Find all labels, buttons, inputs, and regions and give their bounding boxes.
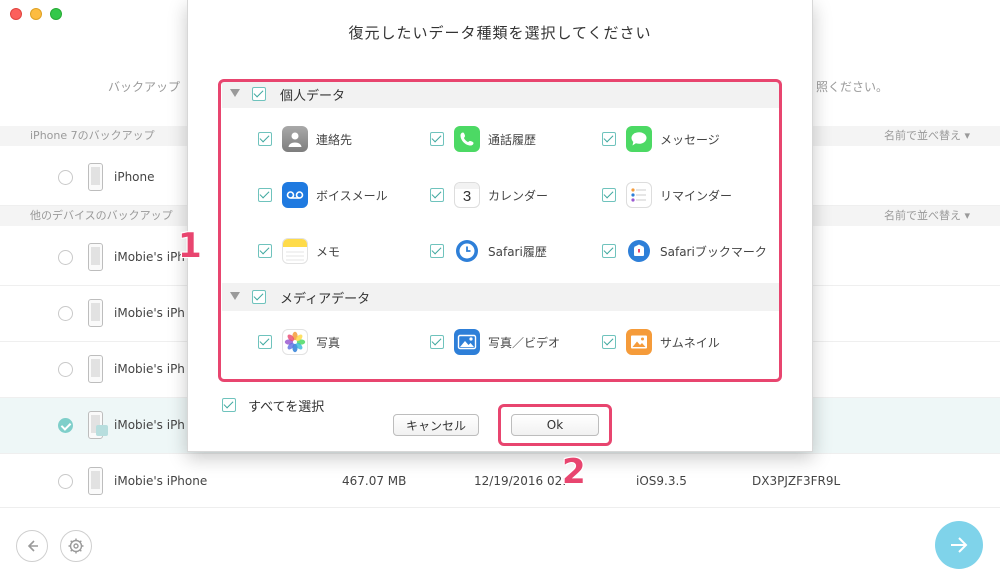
iphone-icon (88, 355, 103, 383)
sort-dropdown[interactable]: 名前で並べ替え ▾ (884, 206, 970, 226)
dialog-title: 復元したいデータ種類を選択してください (348, 24, 652, 42)
select-all-label: すべてを選択 (248, 400, 325, 415)
ios-version: iOS9.3.5 (636, 474, 687, 488)
device-name: iPhone (114, 170, 155, 184)
sort-dropdown[interactable]: 名前で並べ替え ▾ (884, 126, 970, 146)
select-all-checkbox[interactable] (222, 398, 236, 412)
next-button[interactable] (935, 521, 983, 569)
lock-icon (96, 425, 108, 436)
highlight-box-data-types (218, 79, 782, 382)
iphone-icon (88, 467, 103, 495)
device-name: iMobie's iPhone (114, 474, 208, 488)
annotation-marker-2: 2 (562, 452, 586, 492)
iphone-icon (88, 163, 103, 191)
window-controls (10, 8, 62, 20)
maximize-window-button[interactable] (50, 8, 62, 20)
close-window-button[interactable] (10, 8, 22, 20)
cancel-button[interactable]: キャンセル (393, 414, 479, 436)
backup-date: 12/19/2016 02: (474, 474, 567, 488)
group-title: 他のデバイスのバックアップ (30, 209, 173, 222)
backup-radio[interactable] (58, 362, 73, 377)
iphone-icon (88, 243, 103, 271)
device-name: iMobie's iPh (114, 362, 185, 376)
bottom-bar (0, 507, 1000, 581)
iphone-icon (88, 299, 103, 327)
backup-radio[interactable] (58, 170, 73, 185)
backup-radio[interactable] (58, 306, 73, 321)
group-title: iPhone 7のバックアップ (30, 129, 155, 142)
instruction-text-tail: 照ください。 (816, 80, 889, 94)
instruction-text: バックアップ (108, 80, 181, 94)
highlight-box-ok (498, 404, 612, 446)
device-name: iMobie's iPh (114, 418, 185, 432)
device-name: iMobie's iPh (114, 250, 185, 264)
backup-row[interactable]: iMobie's iPhone 467.07 MB 12/19/2016 02:… (0, 454, 1000, 510)
device-id: DX3PJZF3FR9L (752, 474, 841, 488)
backup-radio-checked[interactable] (58, 418, 73, 433)
arrow-right-icon (951, 537, 968, 553)
device-name: iMobie's iPh (114, 306, 185, 320)
backup-size: 467.07 MB (342, 474, 407, 488)
settings-button[interactable] (60, 530, 92, 562)
minimize-window-button[interactable] (30, 8, 42, 20)
annotation-marker-1: 1 (178, 226, 202, 266)
backup-radio[interactable] (58, 250, 73, 265)
arrow-left-icon (27, 540, 38, 552)
gear-icon (68, 538, 84, 554)
back-button[interactable] (16, 530, 48, 562)
backup-radio[interactable] (58, 474, 73, 489)
